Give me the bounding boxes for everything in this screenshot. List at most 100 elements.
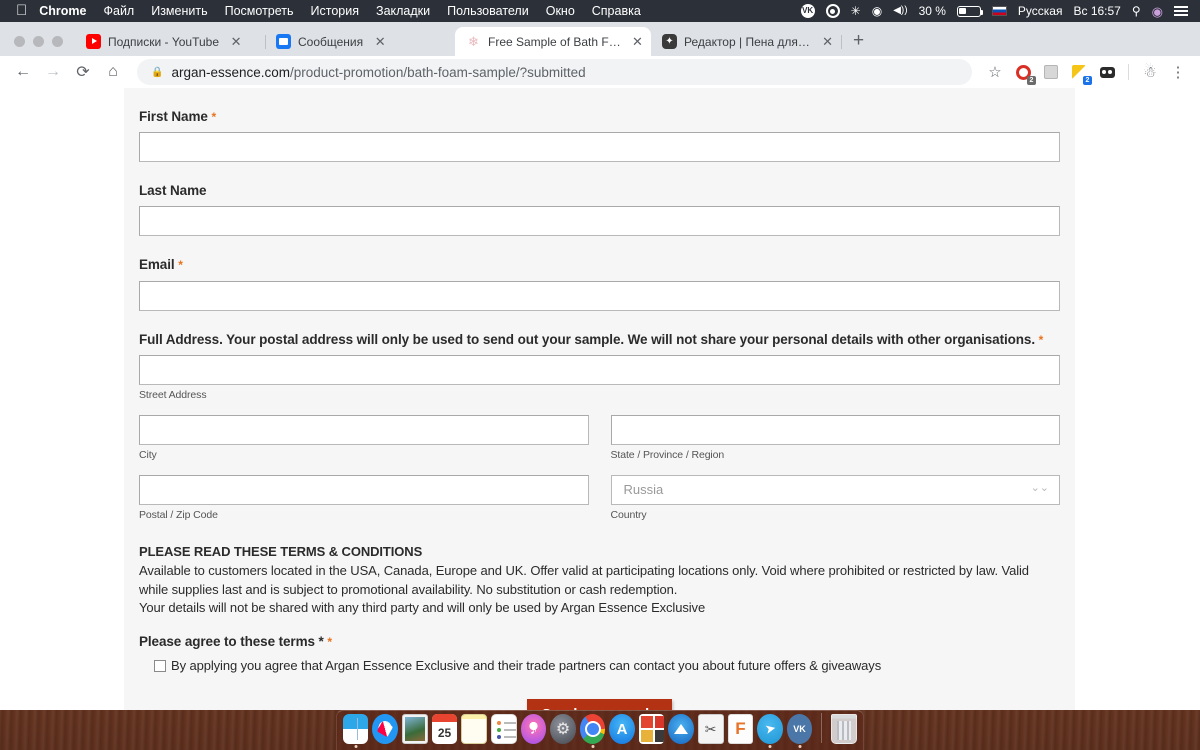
dock-item-app-store[interactable] — [609, 714, 635, 744]
terms-and-conditions: PLEASE READ THESE TERMS & CONDITIONS Ava… — [139, 543, 1060, 618]
back-button[interactable]: ← — [9, 58, 37, 86]
notification-center-icon[interactable] — [1174, 6, 1188, 16]
city-input[interactable] — [139, 414, 589, 445]
page-content-column: First Name * Last Name Email * Full Addr… — [124, 88, 1075, 710]
url-text: argan-essence.com/product-promotion/bath… — [171, 64, 586, 80]
dock-item-system-preferences[interactable] — [550, 714, 576, 744]
dock-item-preview[interactable] — [401, 714, 428, 744]
bookmark-star-icon[interactable]: ☆ — [983, 60, 1007, 84]
battery-icon[interactable] — [956, 5, 984, 17]
terms-body: Available to customers located in the US… — [139, 562, 1029, 597]
field-postal-code: Postal / Zip Code — [139, 474, 589, 521]
menu-item-help[interactable]: Справка — [592, 4, 641, 18]
menu-item-window[interactable]: Окно — [546, 4, 575, 18]
clock-label[interactable]: Вс 16:57 — [1073, 5, 1120, 17]
state-input[interactable] — [610, 414, 1060, 445]
country-select-wrapper[interactable]: Russia ⌄⌄ — [610, 474, 1060, 505]
toolbar-divider — [1128, 64, 1129, 80]
keyboard-layout-label[interactable]: Русская — [1018, 5, 1063, 17]
calendar-date: 25 — [437, 726, 452, 740]
menu-item-chrome[interactable]: Chrome — [39, 4, 86, 18]
email-input[interactable] — [139, 280, 1060, 311]
last-name-input[interactable] — [139, 206, 1060, 237]
tab-messages[interactable]: Сообщения ✕ — [265, 27, 456, 56]
menu-item-bookmarks[interactable]: Закладки — [376, 4, 430, 18]
dock-item-finder[interactable] — [343, 714, 369, 744]
browser-toolbar: ← → ⟳ ⌂ 🔒 argan-essence.com/product-prom… — [0, 56, 1200, 88]
dock-item-vk[interactable] — [786, 714, 813, 744]
dock-item-trash[interactable] — [831, 714, 857, 744]
field-country: Russia ⌄⌄ Country — [610, 474, 1060, 521]
chrome-browser-window: Подписки - YouTube ✕ Сообщения ✕ ❄ Free … — [0, 22, 1200, 710]
address-bar[interactable]: 🔒 argan-essence.com/product-promotion/ba… — [137, 59, 972, 85]
wifi-icon[interactable]: ◉ — [872, 5, 882, 17]
postal-code-input[interactable] — [139, 474, 589, 505]
macos-dock: 25 — [336, 710, 864, 750]
first-name-input[interactable] — [139, 132, 1060, 163]
close-tab-button[interactable]: ✕ — [632, 35, 643, 48]
reload-button[interactable]: ⟳ — [69, 58, 97, 86]
dock-item-google-chrome[interactable] — [579, 714, 606, 744]
tab-strip: Подписки - YouTube ✕ Сообщения ✕ ❄ Free … — [0, 22, 1200, 56]
vk-status-icon[interactable]: VK — [800, 4, 815, 18]
home-button[interactable]: ⌂ — [99, 58, 127, 86]
field-email: Email * — [139, 256, 1060, 311]
new-tab-button[interactable]: + — [841, 31, 874, 56]
minimize-window-button[interactable] — [33, 36, 44, 47]
menu-item-view[interactable]: Посмотреть — [225, 4, 294, 18]
dock-item-fusion-360[interactable] — [727, 714, 754, 744]
dock-item-reminders[interactable] — [491, 714, 517, 744]
chrome-menu-icon[interactable]: ⋮ — [1166, 60, 1190, 84]
dock-item-cleanmymac[interactable] — [668, 714, 694, 744]
window-controls[interactable] — [6, 36, 75, 56]
required-asterisk: * — [178, 258, 183, 273]
maximize-window-button[interactable] — [52, 36, 63, 47]
spotlight-search-icon[interactable]: ⚲ — [1132, 5, 1141, 17]
country-select[interactable]: Russia — [610, 474, 1060, 505]
extension-adblock-icon[interactable]: 2 — [1011, 60, 1036, 85]
apple-menu-icon[interactable]:  — [16, 3, 27, 18]
agree-checkbox-label: By applying you agree that Argan Essence… — [171, 658, 882, 674]
dock-item-photos[interactable] — [638, 714, 665, 744]
agree-checkbox-row[interactable]: By applying you agree that Argan Essence… — [139, 658, 1060, 673]
dock-item-safari[interactable] — [372, 714, 398, 744]
dock-item-notes[interactable] — [461, 714, 488, 744]
send-my-sample-button[interactable]: Send my sample — [526, 699, 673, 710]
street-address-input[interactable] — [139, 354, 1060, 385]
forward-button[interactable]: → — [39, 58, 67, 86]
bluetooth-icon[interactable]: ✳ — [851, 5, 861, 17]
tab-editor[interactable]: Редактор | Пена для ванны | Э ✕ — [651, 27, 842, 56]
address-row-city-state: City State / Province / Region — [139, 414, 1060, 461]
city-sublabel: City — [139, 448, 157, 461]
extension-screenshot-icon[interactable] — [1039, 60, 1063, 84]
address-row-postal-country: Postal / Zip Code Russia ⌄⌄ Country — [139, 474, 1060, 521]
tab-youtube[interactable]: Подписки - YouTube ✕ — [75, 27, 266, 56]
menu-item-history[interactable]: История — [311, 4, 359, 18]
menu-item-people[interactable]: Пользователи — [447, 4, 529, 18]
close-tab-button[interactable]: ✕ — [822, 35, 833, 48]
close-tab-button[interactable]: ✕ — [229, 35, 243, 48]
dock-item-telegram[interactable] — [757, 714, 783, 744]
extension-notes-icon[interactable]: 2 — [1067, 60, 1092, 85]
profile-avatar-icon[interactable]: ☃ — [1138, 60, 1162, 84]
menu-bar-status-area: VK ✳ ◉ ◀)) 30 % Русская Вс 16:57 ⚲ ◉ — [800, 4, 1192, 18]
close-window-button[interactable] — [14, 36, 25, 47]
russian-flag-icon[interactable] — [991, 6, 1007, 16]
siri-icon[interactable]: ◉ — [1152, 5, 1163, 18]
messages-icon — [276, 34, 291, 49]
email-label: Email * — [139, 257, 183, 273]
chevron-down-icon: ⌄⌄ — [1030, 481, 1049, 494]
dock-item-snipping-tool[interactable] — [697, 714, 724, 744]
menu-item-edit[interactable]: Изменить — [151, 4, 207, 18]
extension-dark-icon[interactable] — [1095, 60, 1119, 84]
tab-bath-foam-sample[interactable]: ❄ Free Sample of Bath Foam – Ar ✕ — [455, 27, 651, 56]
agree-checkbox[interactable] — [154, 660, 166, 673]
record-status-icon[interactable] — [825, 4, 840, 18]
dock-item-itunes[interactable] — [520, 714, 547, 744]
badge-count: 2 — [1083, 76, 1092, 85]
menu-item-file[interactable]: Файл — [103, 4, 134, 18]
volume-icon[interactable]: ◀)) — [893, 6, 907, 16]
field-state: State / Province / Region — [610, 414, 1060, 461]
close-tab-button[interactable]: ✕ — [373, 35, 387, 48]
dock-item-calendar[interactable]: 25 — [431, 714, 458, 744]
